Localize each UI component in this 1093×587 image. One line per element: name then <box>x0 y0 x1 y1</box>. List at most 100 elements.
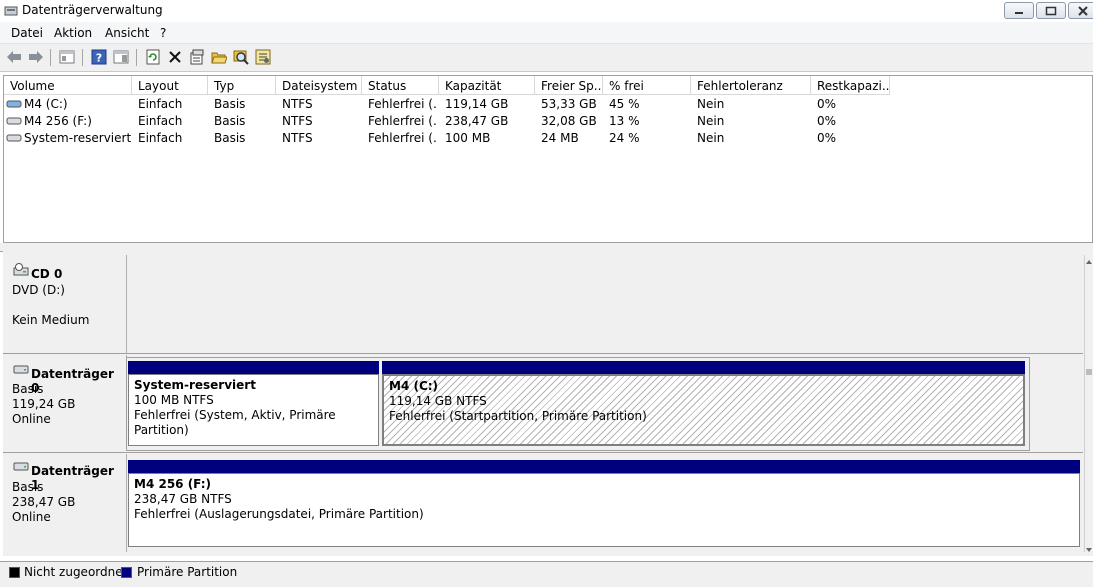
table-cell: NTFS <box>282 97 313 111</box>
toolbar-separator <box>136 49 137 66</box>
scroll-grip-icon[interactable] <box>1085 365 1093 379</box>
partition-system-reserved[interactable]: System-reserviert 100 MB NTFS Fehlerfrei… <box>128 374 379 446</box>
volume-icon <box>6 115 22 130</box>
disk-row-separator <box>3 452 1083 453</box>
partition-header-f <box>128 460 1080 473</box>
scroll-up-icon[interactable] <box>1085 255 1093 269</box>
column-header[interactable]: Layout <box>132 76 208 95</box>
open-folder-icon[interactable] <box>210 48 228 66</box>
legend-bar: Nicht zugeordnet Primäre Partition <box>0 561 1093 587</box>
window-title: Datenträgerverwaltung <box>22 3 163 17</box>
legend-label-unallocated: Nicht zugeordnet <box>24 565 128 579</box>
forward-arrow-icon[interactable] <box>27 48 45 66</box>
system-volume-icon <box>6 98 22 113</box>
table-cell: Nein <box>697 114 725 128</box>
table-cell: NTFS <box>282 114 313 128</box>
table-cell: M4 256 (F:) <box>24 114 92 128</box>
table-row[interactable]: M4 (C:) Einfach Basis NTFS Fehlerfrei (... 11… <box>4 96 1090 113</box>
disk1-state: Online <box>12 510 51 524</box>
table-cell: Basis <box>214 131 246 145</box>
menu-help[interactable]: ? <box>160 26 166 40</box>
table-cell: Einfach <box>138 131 183 145</box>
table-cell: 119,14 GB <box>445 97 509 111</box>
partition-name: M4 256 (F:) <box>134 477 212 491</box>
disk-label-disk0[interactable]: Datenträger 0 Basis 119,24 GB Online <box>5 355 127 451</box>
partition-name: System-reserviert <box>134 378 256 392</box>
refresh-icon[interactable] <box>144 48 162 66</box>
column-header[interactable]: % frei <box>603 76 691 95</box>
settings-icon[interactable] <box>254 48 272 66</box>
close-button[interactable] <box>1068 2 1093 19</box>
disk0-state: Online <box>12 412 51 426</box>
column-header[interactable]: Typ <box>208 76 276 95</box>
maximize-button[interactable] <box>1036 2 1066 19</box>
column-header[interactable]: Volume <box>4 76 132 95</box>
disk-title-disk1: Datenträger 1 <box>31 464 114 492</box>
table-cell: Basis <box>214 114 246 128</box>
toolbar-separator <box>50 49 51 66</box>
table-cell: Basis <box>214 97 246 111</box>
disk-title-cd0: CD 0 <box>31 267 63 281</box>
partition-f-drive[interactable]: M4 256 (F:) 238,47 GB NTFS Fehlerfrei (A… <box>128 473 1080 547</box>
cd-media-status: Kein Medium <box>12 313 90 327</box>
toolbar-separator <box>82 49 83 66</box>
properties-icon[interactable] <box>188 48 206 66</box>
scroll-down-icon[interactable] <box>1085 543 1093 557</box>
legend-label-primary: Primäre Partition <box>137 565 238 579</box>
legend-swatch-unallocated <box>9 567 20 578</box>
table-cell: 100 MB <box>445 131 491 145</box>
partition-name: M4 (C:) <box>389 379 439 393</box>
search-icon[interactable] <box>232 48 250 66</box>
partition-header-c <box>382 361 1025 374</box>
column-header[interactable]: Dateisystem <box>276 76 362 95</box>
table-cell: NTFS <box>282 131 313 145</box>
table-cell: 0% <box>817 131 837 145</box>
title-bar: Datenträgerverwaltung <box>0 0 1093 22</box>
disk-row-separator <box>3 353 1083 354</box>
table-cell: Fehlerfrei (... <box>368 131 437 145</box>
legend-swatch-primary <box>121 567 132 578</box>
table-cell: 24 % <box>609 131 640 145</box>
disk-area-scrollbar[interactable] <box>1084 255 1093 552</box>
menu-datei[interactable]: Datei <box>11 26 43 40</box>
column-header[interactable]: Restkapazi... <box>811 76 890 95</box>
back-arrow-icon[interactable] <box>5 48 23 66</box>
hard-disk-icon <box>13 460 29 475</box>
partition-status: Fehlerfrei (Startpartition, Primäre Part… <box>389 409 647 423</box>
disk1-size: 238,47 GB <box>12 495 76 509</box>
table-cell: Nein <box>697 131 725 145</box>
menu-aktion[interactable]: Aktion <box>54 26 92 40</box>
partition-status: Fehlerfrei (Auslagerungsdatei, Primäre P… <box>134 507 424 521</box>
delete-icon[interactable] <box>166 48 184 66</box>
cd-drive-letter: DVD (D:) <box>12 283 65 297</box>
table-row[interactable]: System-reserviert Einfach Basis NTFS Fehlerf… <box>4 130 1090 147</box>
disk-map-area: CD 0 DVD (D:) Kein Medium Datenträger 0 … <box>3 251 1093 556</box>
table-cell: 32,08 GB <box>541 114 597 128</box>
properties-pane-icon[interactable] <box>112 48 130 66</box>
console-tree-icon[interactable] <box>58 48 76 66</box>
help-icon[interactable]: ? <box>90 48 108 66</box>
disk1-type: Basis <box>12 480 44 494</box>
column-header[interactable]: Fehlertoleranz <box>691 76 811 95</box>
svg-text:?: ? <box>96 52 102 65</box>
column-header[interactable]: Status <box>362 76 439 95</box>
table-cell: 53,33 GB <box>541 97 597 111</box>
minimize-button[interactable] <box>1004 2 1034 19</box>
table-cell: 13 % <box>609 114 640 128</box>
table-cell: 0% <box>817 97 837 111</box>
disk-label-disk1[interactable]: Datenträger 1 Basis 238,47 GB Online <box>5 454 127 552</box>
table-row[interactable]: M4 256 (F:) Einfach Basis NTFS Fehlerfrei (.… <box>4 113 1090 130</box>
table-cell: 0% <box>817 114 837 128</box>
menu-ansicht[interactable]: Ansicht <box>105 26 149 40</box>
menu-bar: Datei Aktion Ansicht ? <box>0 22 1093 44</box>
disk0-type: Basis <box>12 382 44 396</box>
partition-header-system-reserved <box>128 361 379 374</box>
table-cell: 24 MB <box>541 131 579 145</box>
column-header[interactable]: Kapazität <box>439 76 535 95</box>
disk-label-cd0[interactable]: CD 0 DVD (D:) Kein Medium <box>5 255 127 353</box>
column-header[interactable]: Freier Sp... <box>535 76 603 95</box>
partition-c-drive[interactable]: M4 (C:) 119,14 GB NTFS Fehlerfrei (Start… <box>382 374 1025 446</box>
cd-drive-icon <box>13 263 29 280</box>
table-cell: 238,47 GB <box>445 114 509 128</box>
disk-title-disk0: Datenträger 0 <box>31 367 114 395</box>
